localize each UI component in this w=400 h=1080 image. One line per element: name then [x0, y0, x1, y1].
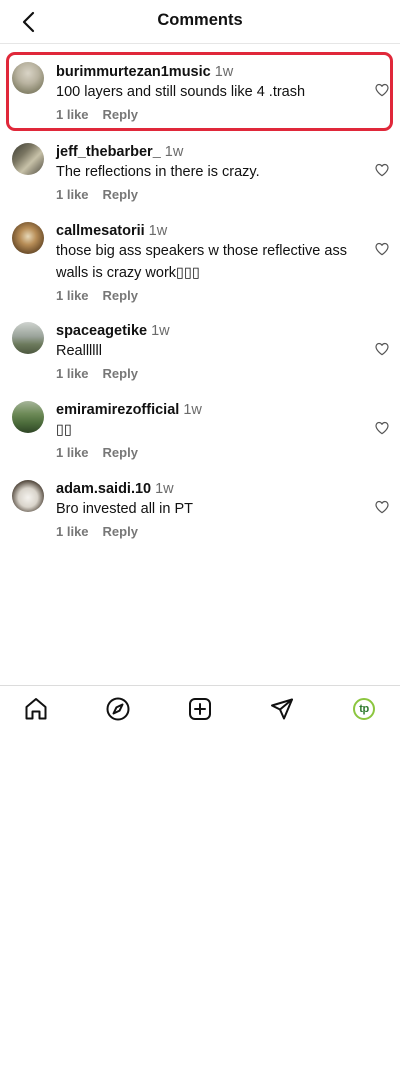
heart-icon[interactable] [374, 82, 390, 98]
reply-button[interactable]: Reply [103, 288, 138, 303]
avatar[interactable] [12, 322, 44, 354]
heart-icon[interactable] [374, 420, 390, 436]
comment-time: 1w [151, 323, 170, 339]
comment-item: spaceagetike 1w Reallllll 1 like Reply [0, 312, 400, 391]
comment-text: ▯▯ [56, 422, 72, 438]
explore-icon [106, 697, 130, 721]
tab-create[interactable] [186, 695, 214, 723]
direct-icon [271, 698, 293, 720]
header: Comments [0, 0, 400, 44]
likes-count[interactable]: 1 like [56, 107, 89, 122]
home-icon [25, 698, 47, 720]
comment-actions: 1 like Reply [56, 186, 364, 204]
tab-home[interactable] [22, 695, 50, 723]
tab-profile[interactable]: tp [350, 695, 378, 723]
likes-count[interactable]: 1 like [56, 187, 89, 202]
reply-button[interactable]: Reply [103, 187, 138, 202]
avatar[interactable] [12, 480, 44, 512]
comment-text: Reallllll [56, 343, 102, 359]
likes-count[interactable]: 1 like [56, 288, 89, 303]
comment-item: adam.saidi.10 1w Bro invested all in PT 1… [0, 470, 400, 549]
comment-item: callmesatorii 1w those big ass speakers w… [0, 212, 400, 312]
comment-text: The reflections in there is crazy. [56, 164, 260, 180]
avatar[interactable] [12, 222, 44, 254]
heart-icon[interactable] [374, 241, 390, 257]
comment-time: 1w [148, 223, 168, 239]
page-title: Comments [157, 11, 243, 29]
comment-text: 100 layers and still sounds like 4 .tras… [56, 84, 306, 100]
comment-item: emiramirezofficial 1w ▯▯ 1 like Reply [0, 391, 400, 470]
comment-list: burimmurtezan1music 1w 100 layers and sti… [0, 44, 400, 549]
comment-item: burimmurtezan1music 1w 100 layers and sti… [0, 44, 400, 133]
comment-actions: 1 like Reply [56, 287, 364, 305]
reply-button[interactable]: Reply [103, 445, 138, 460]
bottom-tab-bar: tp [0, 685, 400, 731]
comment-time: 1w [155, 481, 174, 497]
avatar[interactable] [12, 401, 44, 433]
avatar[interactable] [12, 62, 44, 94]
comment-username[interactable]: emiramirezofficial [56, 402, 179, 418]
profile-icon: tp [353, 698, 375, 720]
tab-direct[interactable] [268, 695, 296, 723]
comment-time: 1w [164, 144, 184, 160]
likes-count[interactable]: 1 like [56, 366, 89, 381]
comment-actions: 1 like Reply [56, 106, 364, 124]
reply-button[interactable]: Reply [103, 366, 138, 381]
comment-username[interactable]: adam.saidi.10 [56, 481, 151, 497]
comment-username[interactable]: callmesatorii [56, 223, 145, 239]
comment-time: 1w [214, 64, 234, 80]
heart-icon[interactable] [374, 499, 390, 515]
comment-username[interactable]: jeff_thebarber_ [56, 144, 161, 160]
tab-explore[interactable] [104, 695, 132, 723]
comment-actions: 1 like Reply [56, 523, 364, 541]
reply-button[interactable]: Reply [103, 524, 138, 539]
comment-username[interactable]: burimmurtezan1music [56, 64, 211, 80]
comment-actions: 1 like Reply [56, 365, 364, 383]
reply-button[interactable]: Reply [103, 107, 138, 122]
comment-text: those big ass speakers w those reflectiv… [56, 243, 347, 281]
heart-icon[interactable] [374, 341, 390, 357]
comment-username[interactable]: spaceagetike [56, 323, 147, 339]
heart-icon[interactable] [374, 162, 390, 178]
comment-time: 1w [183, 402, 202, 418]
comment-item: jeff_thebarber_ 1w The reflections in the… [0, 133, 400, 212]
comment-actions: 1 like Reply [56, 444, 364, 462]
avatar[interactable] [12, 143, 44, 175]
likes-count[interactable]: 1 like [56, 524, 89, 539]
comment-text: Bro invested all in PT [56, 501, 194, 517]
likes-count[interactable]: 1 like [56, 445, 89, 460]
create-icon [189, 698, 211, 720]
